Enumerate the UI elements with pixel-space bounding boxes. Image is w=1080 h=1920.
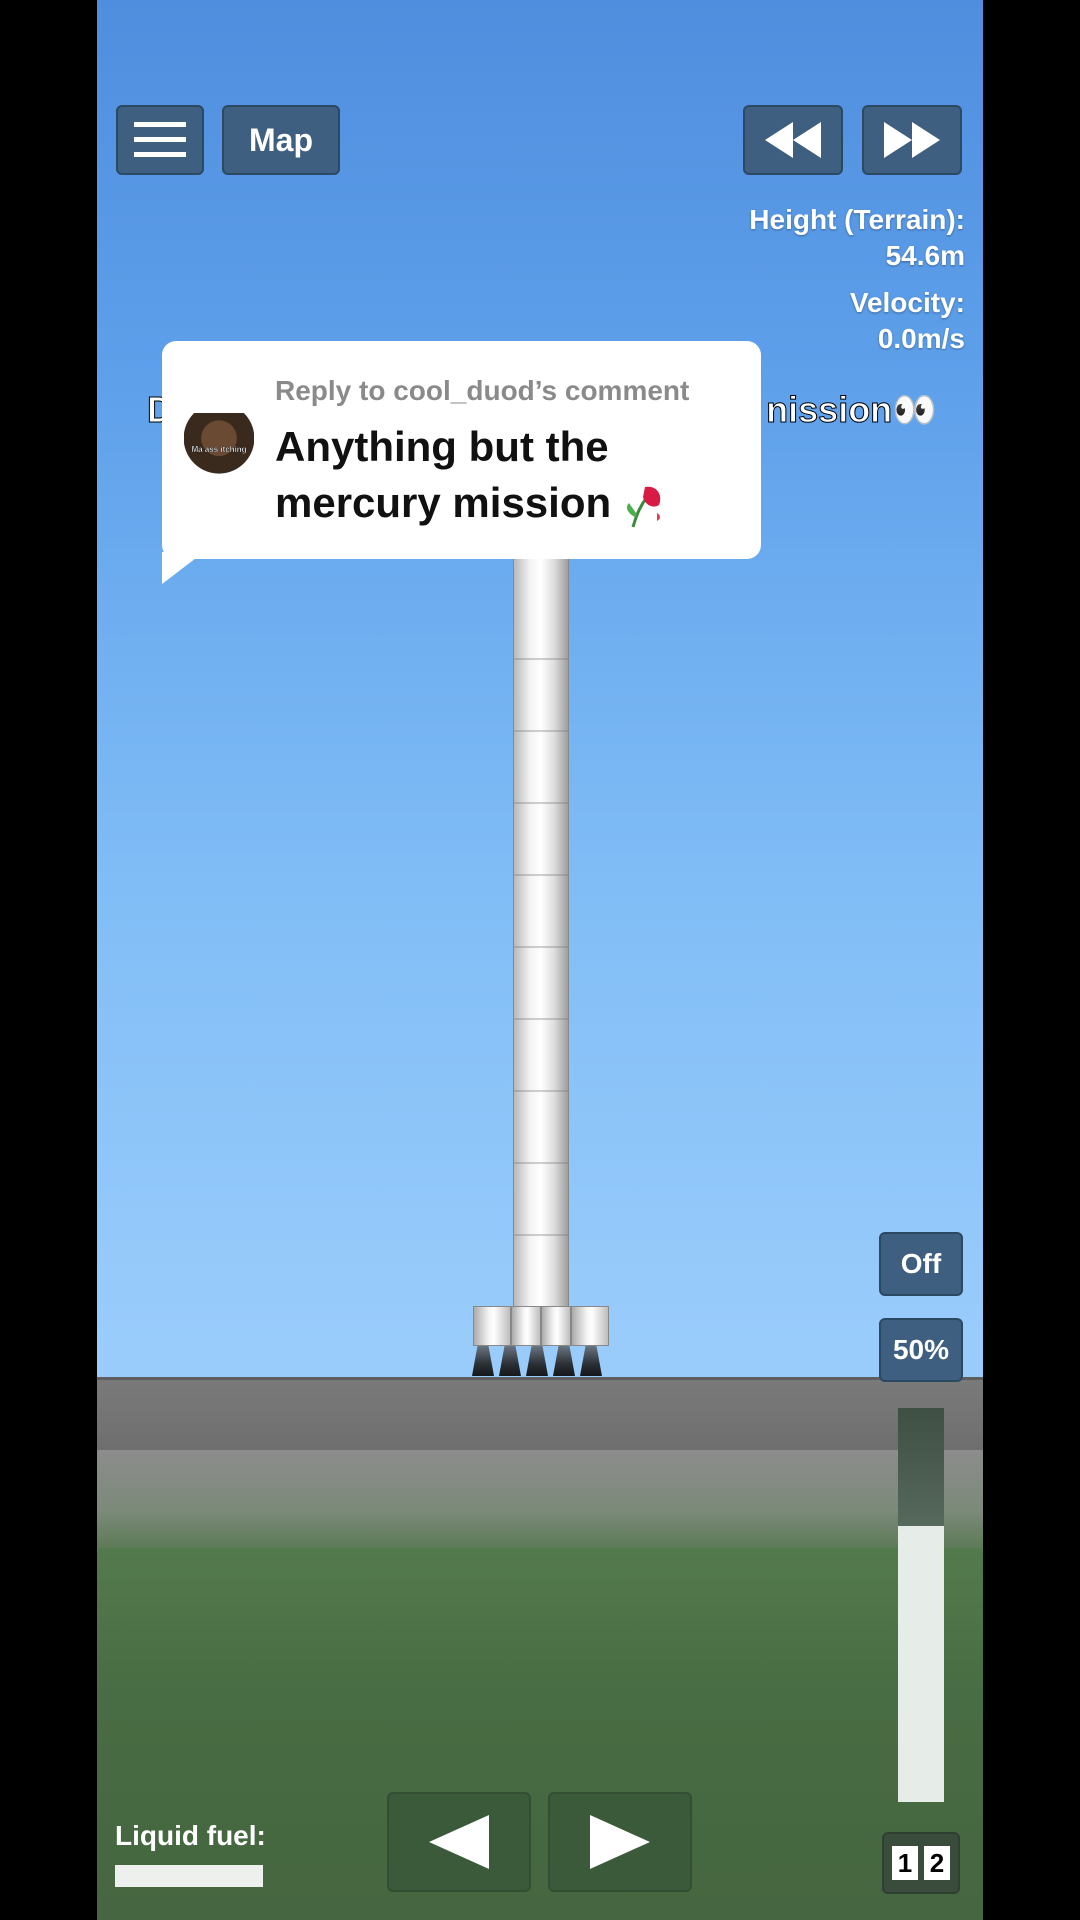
engine-nozzle [553,1346,575,1376]
comment-line-2-text: mercury mission [275,479,612,526]
rocket-fuel-tank[interactable] [513,520,569,1340]
hamburger-menu-icon [134,122,186,157]
map-button-label: Map [249,121,313,158]
map-button[interactable]: Map [222,105,340,175]
height-value: 54.6m [885,240,965,271]
caption-right-fragment: nission👀 [766,389,938,431]
engine-nozzle [472,1346,494,1376]
stage-2-indicator[interactable]: 2 [924,1846,950,1880]
throttle-percent-label: 50% [892,1334,950,1365]
velocity-readout: Velocity: 0.0m/s [850,285,965,357]
comment-text: Anything but the mercury mission [275,419,745,531]
engine-toggle-button[interactable]: Off [879,1232,963,1296]
rotate-right-button[interactable] [548,1792,692,1892]
triangle-left-icon [429,1815,489,1869]
triangle-right-icon [590,1815,650,1869]
engine-toggle-label: Off [900,1248,942,1279]
throttle-percent-button[interactable]: 50% [879,1318,963,1382]
launch-pad [97,1377,983,1451]
rewind-button[interactable] [743,105,843,175]
fast-forward-button[interactable] [862,105,962,175]
liquid-fuel-label: Liquid fuel: [115,1820,266,1851]
comment-line-1: Anything but the [275,423,609,470]
height-label: Height (Terrain): [749,204,965,235]
throttle-slider[interactable] [898,1408,944,1802]
commenter-avatar: Ma ass itching [184,413,254,485]
throttle-slider-unfilled [898,1408,944,1527]
reply-to-label: Reply to cool_duod’s comment [275,375,690,406]
fast-forward-icon [884,122,940,158]
engine-nozzle [526,1346,548,1376]
rotate-left-button[interactable] [387,1792,531,1892]
booster-center-left[interactable] [511,1306,541,1346]
stage-1-indicator[interactable]: 1 [892,1846,918,1880]
game-viewport[interactable]: Map Height (Terrain): 54.6m Velocity: 0.… [97,0,983,1920]
velocity-value: 0.0m/s [877,323,965,354]
comment-line-2: mercury mission [275,475,745,531]
liquid-fuel-bar [115,1865,263,1887]
pad-slope [97,1450,983,1550]
rewind-icon [765,122,821,158]
reply-comment-bubble[interactable]: Ma ass itching Reply to cool_duod’s comm… [162,341,761,559]
booster-center-right[interactable] [541,1306,571,1346]
booster-left[interactable] [473,1306,511,1346]
avatar-caption: Ma ass itching [191,445,247,454]
stage-selector[interactable]: 1 2 [882,1832,960,1894]
height-readout: Height (Terrain): 54.6m [749,202,965,274]
velocity-label: Velocity: [849,287,965,318]
booster-right[interactable] [571,1306,609,1346]
engine-nozzle [580,1346,602,1376]
menu-button[interactable] [116,105,204,175]
wilted-flower-icon [626,486,661,528]
engine-nozzle [499,1346,521,1376]
